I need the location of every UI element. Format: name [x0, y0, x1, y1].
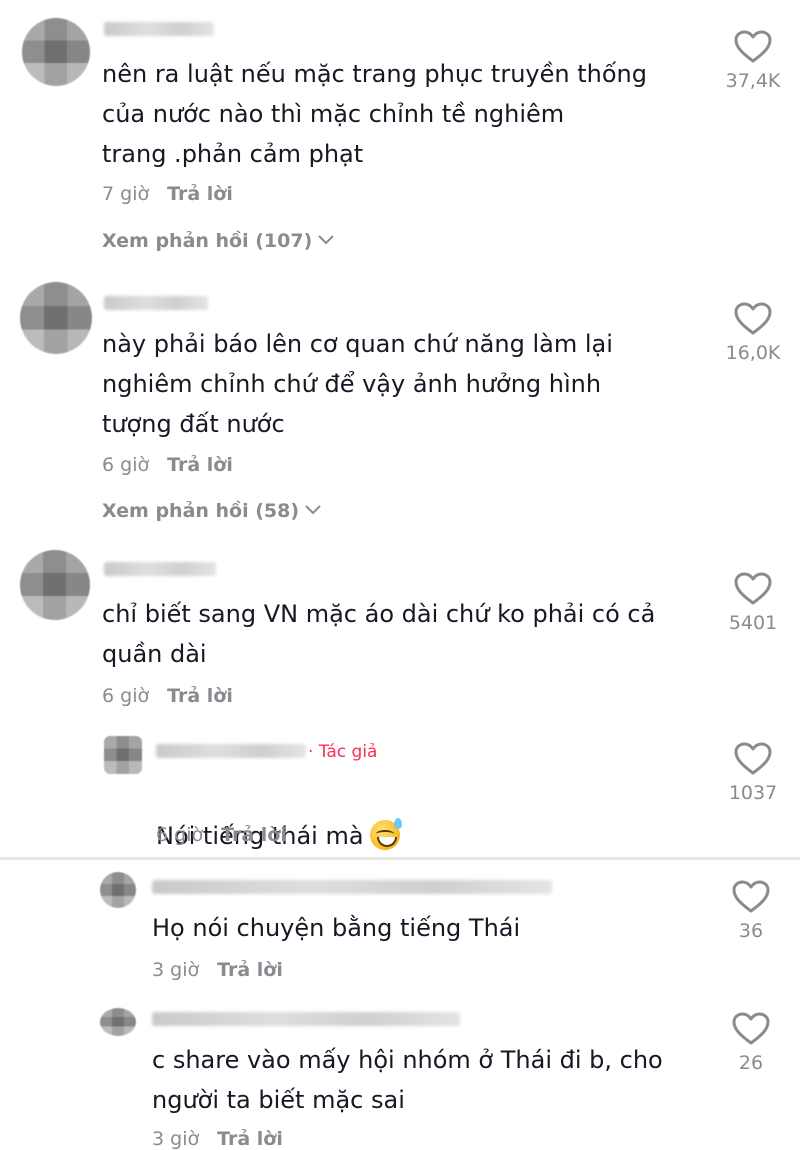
comment-text: Họ nói chuyện bằng tiếng Thái: [152, 914, 521, 942]
comment-time: 7 giờ: [102, 183, 150, 205]
view-replies-label: Xem phản hồi (107): [102, 230, 313, 252]
avatar[interactable]: [100, 1008, 136, 1036]
comment-meta: 6 giờ Trả lời: [102, 454, 233, 476]
like-count: 16,0K: [725, 342, 781, 364]
avatar[interactable]: [104, 736, 142, 774]
reply-button[interactable]: Trả lời: [217, 959, 283, 981]
chevron-down-icon: [318, 235, 334, 245]
view-replies-label: Xem phản hồi (58): [102, 500, 300, 522]
heart-icon: [734, 572, 772, 605]
comment-text: chỉ biết sang VN mặc áo dài chứ ko phải …: [102, 600, 656, 668]
username-blurred[interactable]: [156, 744, 306, 758]
username-blurred[interactable]: [104, 296, 208, 310]
comment-text: nên ra luật nếu mặc trang phục truyền th…: [102, 60, 647, 168]
heart-icon: [734, 30, 772, 63]
like-button[interactable]: 5401: [718, 572, 788, 634]
avatar[interactable]: [22, 18, 90, 86]
view-replies-button[interactable]: Xem phản hồi (58): [102, 500, 321, 522]
reply-button[interactable]: Trả lời: [167, 454, 233, 476]
comment-meta: 3 giờ Trả lời: [152, 1128, 283, 1150]
section-divider: [0, 857, 800, 860]
comment-time: 3 giờ: [152, 959, 200, 981]
like-button[interactable]: 16,0K: [718, 302, 788, 364]
comment-text: này phải báo lên cơ quan chứ năng làm lạ…: [102, 330, 613, 438]
like-count: 1037: [728, 782, 778, 804]
heart-icon: [732, 880, 770, 913]
reply-button[interactable]: Trả lời: [221, 824, 287, 846]
view-replies-button[interactable]: Xem phản hồi (107): [102, 230, 334, 252]
like-count: 5401: [728, 612, 778, 634]
like-button[interactable]: 26: [716, 1012, 786, 1074]
comment-meta: 6 giờ Trả lời: [156, 824, 287, 846]
username-blurred[interactable]: [152, 880, 552, 894]
like-count: 26: [738, 1052, 764, 1074]
reply-button[interactable]: Trả lời: [167, 685, 233, 707]
chevron-down-icon: [305, 505, 321, 515]
comment-meta: 6 giờ Trả lời: [102, 685, 233, 707]
username-blurred[interactable]: [104, 22, 214, 36]
comment-meta: 7 giờ Trả lời: [102, 183, 233, 205]
comment-meta: 3 giờ Trả lời: [152, 959, 283, 981]
comment-text: c share vào mấy hội nhóm ở Thái đi b, ch…: [152, 1046, 663, 1114]
reply-button[interactable]: Trả lời: [217, 1128, 283, 1150]
avatar[interactable]: [20, 282, 92, 354]
like-button[interactable]: 36: [716, 880, 786, 942]
grinning-sweat-emoji-icon: [369, 818, 402, 850]
username-blurred[interactable]: [104, 562, 216, 576]
like-count: 36: [738, 920, 764, 942]
heart-icon: [734, 302, 772, 335]
username-blurred[interactable]: [152, 1012, 460, 1026]
reply-button[interactable]: Trả lời: [167, 183, 233, 205]
like-button[interactable]: 37,4K: [718, 30, 788, 92]
heart-icon: [732, 1012, 770, 1045]
author-badge: · Tác giả: [308, 742, 378, 762]
comment-time: 6 giờ: [102, 454, 150, 476]
comment-time: 6 giờ: [156, 824, 204, 846]
avatar[interactable]: [100, 872, 136, 908]
heart-icon: [734, 742, 772, 775]
comment-time: 6 giờ: [102, 685, 150, 707]
like-button[interactable]: 1037: [718, 742, 788, 804]
comment-time: 3 giờ: [152, 1128, 200, 1150]
avatar[interactable]: [20, 550, 90, 620]
like-count: 37,4K: [725, 70, 781, 92]
